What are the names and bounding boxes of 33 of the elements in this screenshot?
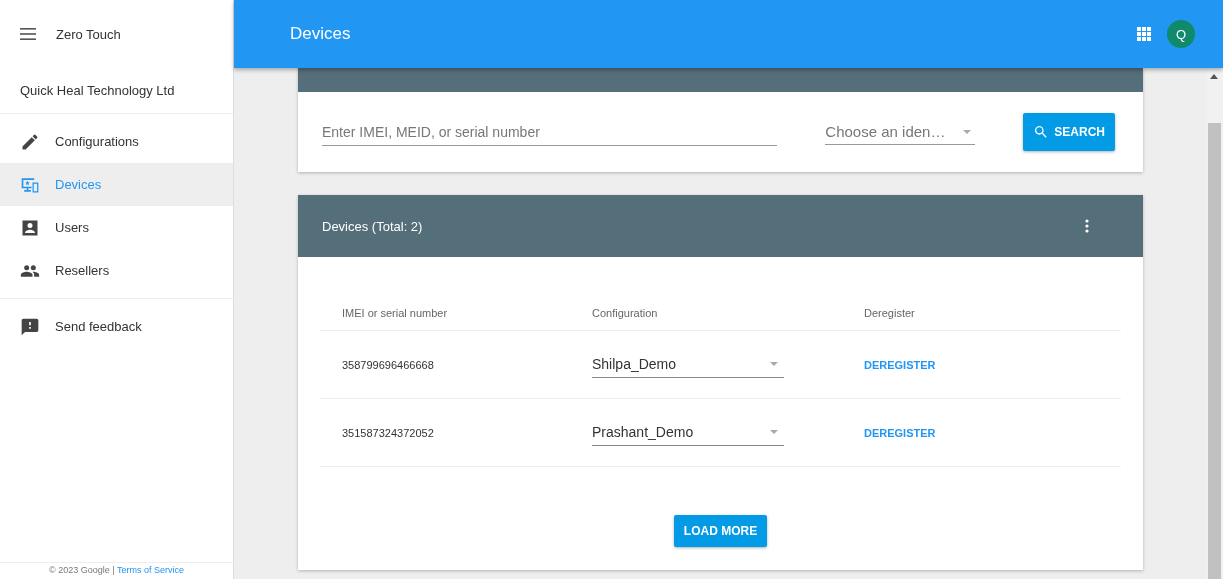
search-button[interactable]: SEARCH <box>1023 113 1115 151</box>
column-header: Configuration <box>592 306 659 319</box>
more-options-icon[interactable] <box>1085 219 1089 233</box>
column-header: Deregister <box>864 306 916 319</box>
app-title: Zero Touch <box>56 26 121 42</box>
sidebar-item[interactable]: Devices <box>0 163 233 206</box>
configuration-dropdown[interactable]: Shilpa_Demo <box>592 351 784 378</box>
pencil-icon <box>20 131 40 152</box>
load-more-button[interactable]: LOAD MORE <box>673 515 768 547</box>
scroll-up-icon[interactable] <box>1210 74 1218 79</box>
sidebar-item[interactable]: Users <box>0 206 233 249</box>
sidebar-item[interactable]: Resellers <box>0 249 233 292</box>
scrollbar-thumb[interactable] <box>1208 123 1221 579</box>
copyright-text: © 2023 Google | <box>49 565 116 575</box>
page-title: Devices <box>290 24 352 44</box>
feedback-icon <box>20 316 40 337</box>
menu-icon[interactable] <box>20 28 36 40</box>
serial-number: 351587324372052 <box>342 426 435 439</box>
feedback-item[interactable]: Send feedback <box>0 305 233 348</box>
deregister-link[interactable]: DEREGISTER <box>864 358 936 371</box>
apps-grid-icon[interactable] <box>1137 27 1151 41</box>
terms-link[interactable]: Terms of Service <box>116 565 184 575</box>
search-icon <box>1033 124 1050 140</box>
sidebar-item[interactable]: Configurations <box>0 120 233 163</box>
deregister-link[interactable]: DEREGISTER <box>864 426 936 439</box>
search-field[interactable]: Enter IMEI, MEID, or serial number <box>322 118 778 146</box>
organization-name: Quick Heal Technology Ltd <box>0 68 233 114</box>
configuration-dropdown[interactable]: Prashant_Demo <box>592 419 784 446</box>
identifier-dropdown[interactable]: Choose an iden… <box>825 119 976 145</box>
card-title: Devices (Total: 2) <box>322 218 424 234</box>
account-avatar[interactable]: Q <box>1167 20 1195 48</box>
column-header: IMEI or serial number <box>342 306 449 319</box>
serial-number: 358799696466668 <box>342 358 435 371</box>
